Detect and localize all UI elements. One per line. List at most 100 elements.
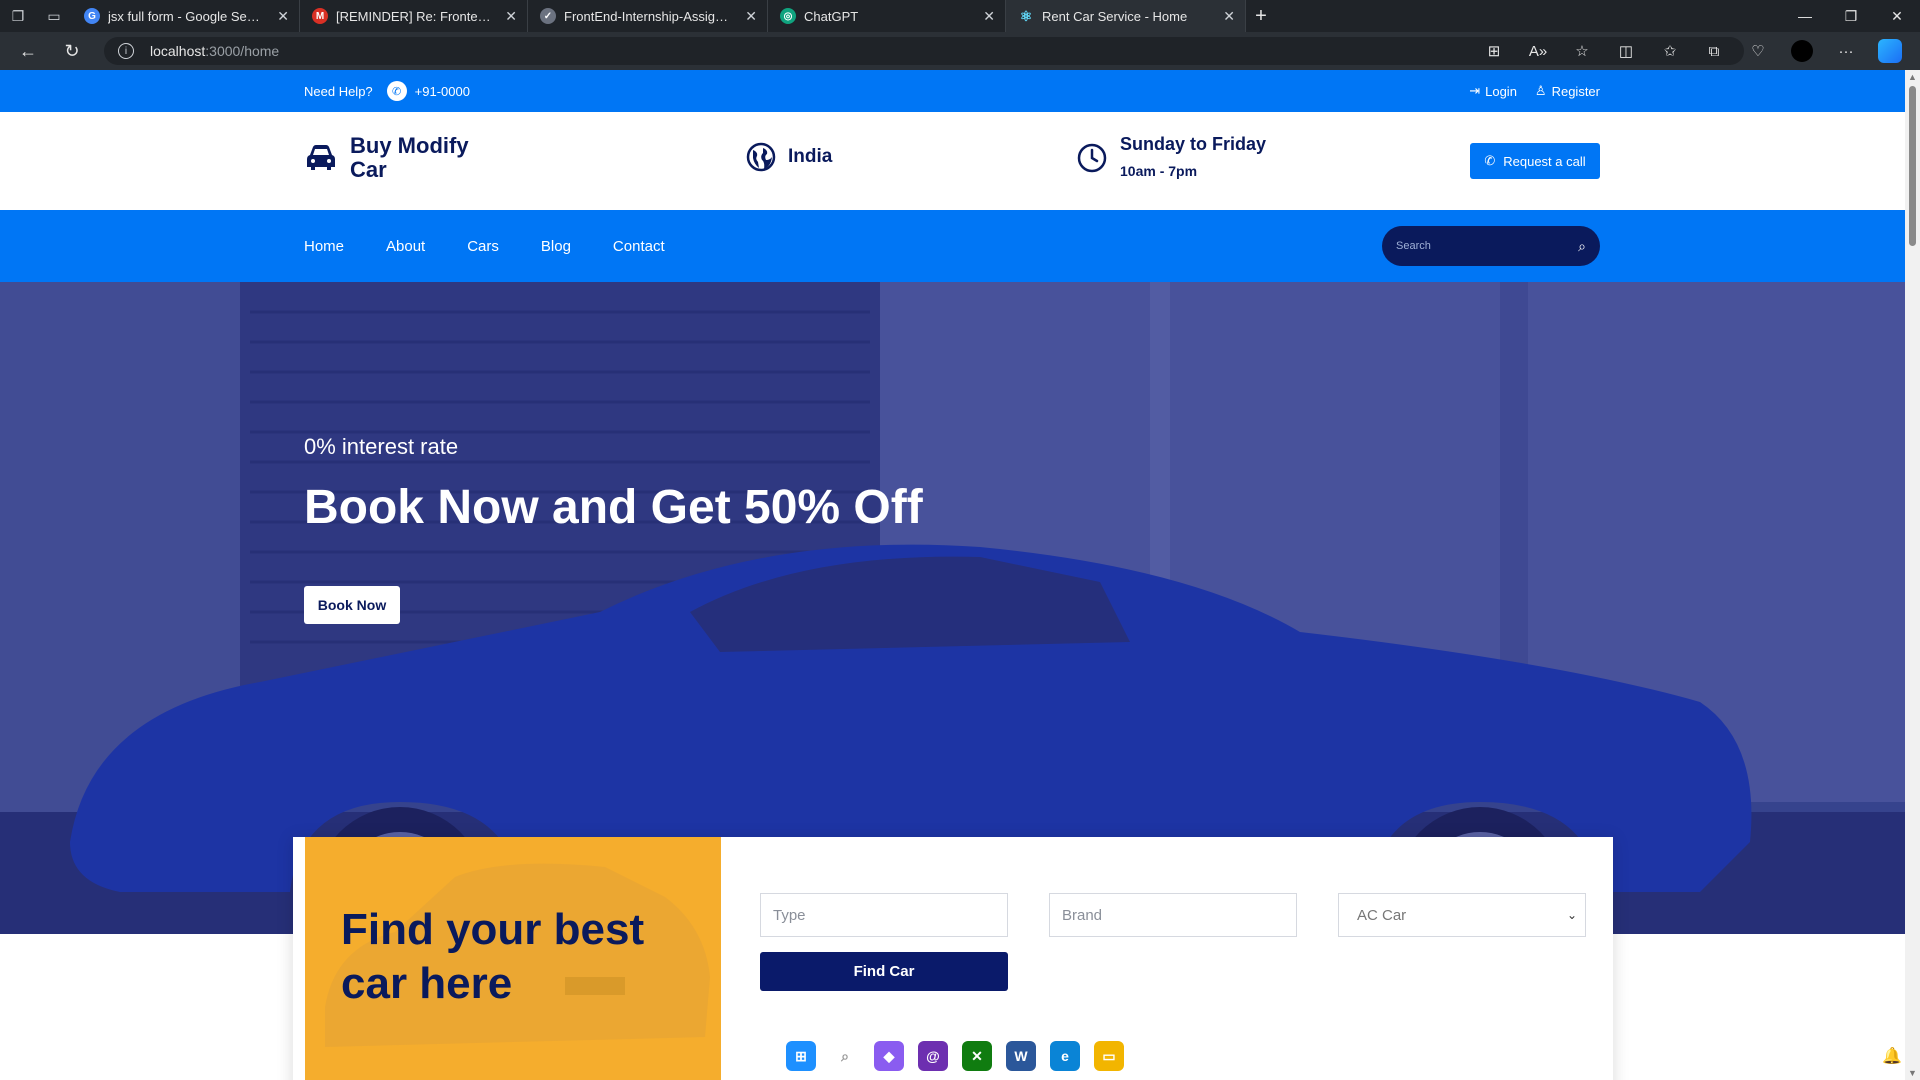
- xbox-icon[interactable]: ✕: [962, 1041, 992, 1071]
- request-call-label: Request a call: [1503, 153, 1586, 169]
- search-input[interactable]: [1396, 240, 1579, 252]
- scroll-down-icon[interactable]: ▼: [1908, 1068, 1917, 1078]
- tab-actions-icon[interactable]: ▭: [36, 0, 72, 32]
- site-info-icon[interactable]: i: [118, 43, 134, 59]
- phone-number: +91-0000: [414, 83, 470, 99]
- scroll-up-icon[interactable]: ▲: [1908, 72, 1917, 82]
- window-controls: — ❐ ✕: [1782, 0, 1920, 32]
- nav-about[interactable]: About: [386, 238, 425, 255]
- hours-time: 10am - 7pm: [1120, 163, 1198, 179]
- url-path: :3000/home: [205, 43, 280, 59]
- tab-title: FrontEnd-Internship-Assignment: [564, 8, 731, 24]
- back-icon[interactable]: ←: [6, 32, 50, 70]
- apps-icon[interactable]: ⊞: [1472, 32, 1516, 70]
- browser-tab-gmail[interactable]: M [REMINDER] Re: Frontend Devel... ✕: [300, 0, 528, 32]
- edge-icon[interactable]: e: [1050, 1041, 1080, 1071]
- tab-title: jsx full form - Google Search: [108, 8, 264, 24]
- google-icon: G: [84, 8, 100, 24]
- business-hours: Sunday to Friday 10am - 7pm: [1076, 134, 1266, 179]
- need-help-label: Need Help?: [304, 83, 373, 99]
- car-icon: [307, 145, 335, 170]
- close-tab-icon[interactable]: ✕: [1223, 8, 1235, 25]
- login-link[interactable]: ⇥ Login: [1469, 83, 1517, 99]
- book-now-button[interactable]: Book Now: [304, 586, 400, 624]
- request-call-button[interactable]: ✆ Request a call: [1470, 143, 1600, 179]
- word-icon[interactable]: W: [1006, 1041, 1036, 1071]
- brand-input[interactable]: [1049, 893, 1297, 937]
- phone-contact[interactable]: ✆ +91-0000: [386, 81, 470, 101]
- workspaces-icon[interactable]: ❐: [0, 0, 36, 32]
- brand-name: Buy Modify Car: [350, 133, 469, 182]
- find-car-title: Find your best car here: [341, 905, 645, 1008]
- favorite-star-icon[interactable]: ☆: [1560, 32, 1604, 70]
- top-info-bar: Need Help? ✆ +91-0000 ⇥ Login ♙ Register: [0, 70, 1905, 112]
- brand-logo[interactable]: Buy Modify Car: [304, 134, 480, 182]
- login-label: Login: [1485, 83, 1517, 99]
- mail-app-icon[interactable]: @: [918, 1041, 948, 1071]
- nav-home[interactable]: Home: [304, 238, 344, 255]
- hero-subtitle: 0% interest rate: [304, 434, 459, 459]
- close-tab-icon[interactable]: ✕: [277, 8, 289, 25]
- read-aloud-icon[interactable]: A»: [1516, 32, 1560, 70]
- search-box: ⌕: [1382, 226, 1600, 266]
- copilot-app-icon[interactable]: ◆: [874, 1041, 904, 1071]
- tab-title: Rent Car Service - Home: [1042, 8, 1188, 24]
- hours-days: Sunday to Friday: [1120, 134, 1267, 154]
- tab-title: [REMINDER] Re: Frontend Devel...: [336, 8, 492, 24]
- nav-cars[interactable]: Cars: [467, 238, 499, 255]
- close-tab-icon[interactable]: ✕: [745, 8, 757, 25]
- page-viewport: Need Help? ✆ +91-0000 ⇥ Login ♙ Register: [0, 70, 1905, 1080]
- react-icon: ⚛: [1019, 7, 1033, 24]
- browser-tab-rent-car[interactable]: ⚛ Rent Car Service - Home ✕: [1006, 0, 1246, 32]
- more-menu-icon[interactable]: ···: [1824, 32, 1868, 70]
- split-screen-icon[interactable]: ◫: [1604, 32, 1648, 70]
- ac-car-selected: AC Car: [1357, 906, 1407, 924]
- location-label: India: [788, 146, 833, 167]
- gmail-icon: M: [312, 8, 328, 24]
- register-label: Register: [1551, 83, 1600, 99]
- chevron-down-icon: ⌄: [1566, 908, 1577, 922]
- browser-tab-google[interactable]: G jsx full form - Google Search ✕: [72, 0, 300, 32]
- browser-address-bar: ← ↻ i localhost:3000/home ⊞ A» ☆ ◫ ✩ ⧉ ♡…: [0, 32, 1920, 70]
- url-host: localhost: [150, 43, 206, 59]
- browser-tab-chatgpt[interactable]: ◎ ChatGPT ✕: [768, 0, 1006, 32]
- profile-avatar[interactable]: [1791, 40, 1813, 62]
- register-link[interactable]: ♙ Register: [1535, 83, 1600, 99]
- browser-essentials-icon[interactable]: ♡: [1736, 32, 1780, 70]
- reload-icon[interactable]: ↻: [50, 32, 94, 70]
- close-tab-icon[interactable]: ✕: [983, 8, 995, 25]
- search-icon[interactable]: ⌕: [830, 1041, 860, 1071]
- new-tab-button[interactable]: +: [1246, 5, 1276, 28]
- windows-start-icon[interactable]: ⊞: [786, 1041, 816, 1071]
- copilot-icon[interactable]: [1878, 39, 1902, 63]
- tab-title: ChatGPT: [804, 8, 859, 24]
- ac-car-select[interactable]: AC Car ⌄: [1338, 893, 1586, 937]
- close-window-icon[interactable]: ✕: [1874, 0, 1920, 32]
- collections-icon[interactable]: ⧉: [1692, 32, 1736, 70]
- main-navigation: Home About Cars Blog Contact ⌕: [0, 210, 1905, 282]
- find-car-promo: Find your best car here: [305, 837, 721, 1080]
- favorites-icon[interactable]: ✩: [1648, 32, 1692, 70]
- chatgpt-icon: ◎: [780, 8, 796, 24]
- nav-blog[interactable]: Blog: [541, 238, 571, 255]
- minimize-icon[interactable]: —: [1782, 0, 1828, 32]
- find-car-button[interactable]: Find Car: [760, 952, 1008, 991]
- scrollbar-thumb[interactable]: [1909, 86, 1916, 246]
- login-icon: ⇥: [1469, 83, 1481, 98]
- type-input[interactable]: [760, 893, 1008, 937]
- phone-icon: ✆: [1484, 153, 1496, 168]
- close-tab-icon[interactable]: ✕: [505, 8, 517, 25]
- browser-tab-assignment[interactable]: ✓ FrontEnd-Internship-Assignment ✕: [528, 0, 768, 32]
- user-icon: ♙: [1534, 83, 1547, 98]
- browser-tab-bar: ❐ ▭ G jsx full form - Google Search ✕ M …: [0, 0, 1920, 32]
- nav-contact[interactable]: Contact: [613, 238, 665, 255]
- os-taskbar: ⊞ ⌕ ◆ @ ✕ W e ▭: [786, 1040, 1124, 1072]
- file-explorer-icon[interactable]: ▭: [1094, 1041, 1124, 1071]
- phone-icon: ✆: [386, 81, 407, 101]
- restore-icon[interactable]: ❐: [1828, 0, 1874, 32]
- notification-bell-icon[interactable]: 🔔: [1882, 1046, 1902, 1066]
- search-icon[interactable]: ⌕: [1578, 238, 1586, 255]
- location-info: India: [746, 142, 832, 172]
- site-header: Buy Modify Car India Sunday to Friday 10…: [0, 112, 1905, 210]
- page-scrollbar[interactable]: ▲ ▼: [1905, 70, 1920, 1080]
